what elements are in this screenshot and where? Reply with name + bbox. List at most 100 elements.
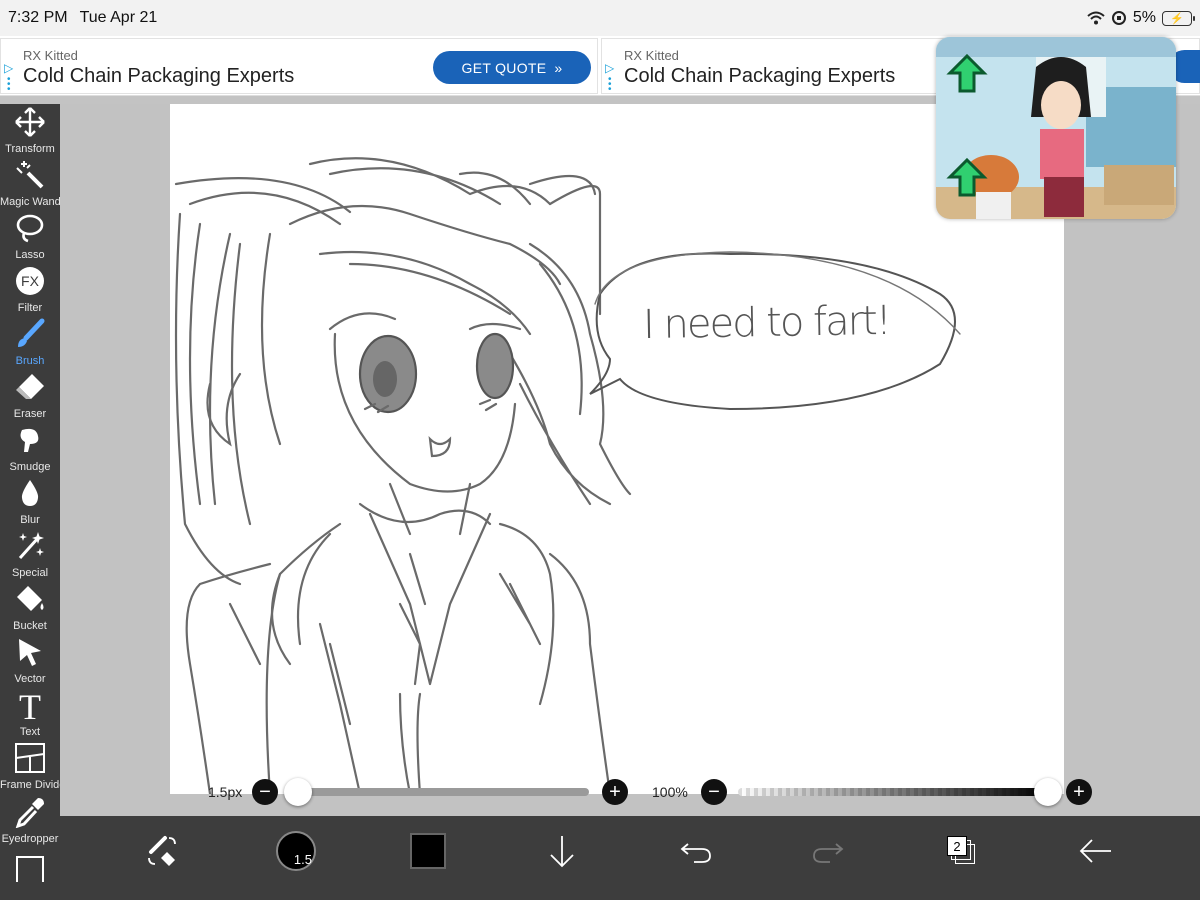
lasso-icon: [16, 214, 44, 243]
eraser-icon: [16, 374, 44, 399]
tool-label: Vector: [14, 673, 46, 685]
tool-blur[interactable]: Blur: [0, 475, 60, 528]
arrow-up-icon: [946, 157, 988, 197]
get-quote-button[interactable]: GET QUOTE »: [433, 51, 591, 84]
brush-settings-button[interactable]: 1.5: [266, 816, 326, 886]
tool-bucket[interactable]: Bucket: [0, 581, 60, 634]
redo-button[interactable]: [798, 816, 858, 886]
ad-brand: RX Kitted: [624, 48, 679, 63]
tool-filter[interactable]: FX Filter: [0, 263, 60, 316]
magic-wand-icon: [16, 161, 44, 189]
text-glyph: T: [19, 689, 41, 723]
blur-icon: [21, 480, 39, 506]
brush-size-slider-handle[interactable]: [284, 778, 312, 806]
opacity-label: 100%: [652, 784, 688, 800]
tool-label: Blur: [20, 514, 40, 526]
status-time: 7:32 PM: [8, 9, 68, 26]
back-button[interactable]: [1066, 816, 1126, 886]
ad-menu-icon[interactable]: • • •: [7, 75, 11, 95]
tool-transform[interactable]: Transform: [0, 104, 60, 157]
brush-eraser-swap-icon: [148, 836, 176, 866]
opacity-slider[interactable]: [738, 788, 1048, 796]
bottom-toolbar: 1.5 2: [60, 816, 1200, 900]
tool-label: Smudge: [9, 461, 51, 473]
tool-label: Text: [19, 726, 41, 738]
brush-size-decrease-button[interactable]: −: [252, 779, 278, 805]
fx-icon: FX: [16, 267, 44, 295]
opacity-decrease-button[interactable]: −: [701, 779, 727, 805]
color-button[interactable]: [398, 816, 458, 886]
opacity-increase-button[interactable]: +: [1066, 779, 1092, 805]
ad-title[interactable]: Cold Chain Packaging Experts: [23, 65, 294, 88]
brush-size-increase-button[interactable]: +: [602, 779, 628, 805]
brush-eraser-swap-button[interactable]: [132, 816, 192, 886]
undo-button[interactable]: [666, 816, 726, 886]
bucket-icon: [17, 586, 44, 611]
drawing-canvas[interactable]: I need to fart!: [170, 104, 1064, 794]
layer-count: 2: [947, 836, 967, 856]
tool-label: Lasso: [15, 249, 45, 261]
arrow-down-icon: [550, 836, 574, 868]
undo-icon: [680, 843, 711, 863]
redo-icon: [813, 843, 844, 863]
tool-label: Special: [11, 567, 49, 579]
tool-lasso[interactable]: Lasso: [0, 210, 60, 263]
tool-eraser[interactable]: Eraser: [0, 369, 60, 422]
ad-title[interactable]: Cold Chain Packaging Experts: [624, 65, 895, 88]
battery-icon: ⚡: [1162, 10, 1195, 26]
fx-glyph: FX: [21, 273, 40, 289]
brush-size-badge: 1.5: [293, 852, 312, 867]
tool-partial-icon[interactable]: [16, 856, 44, 882]
speech-bubble-text: I need to fart!: [642, 297, 891, 349]
tool-label: Frame Divider: [0, 779, 70, 791]
tool-label: Brush: [15, 355, 45, 367]
special-icon: [18, 532, 44, 560]
sketch-drawing: [174, 157, 961, 794]
rotation-lock-icon: [1111, 11, 1126, 25]
arrow-up-icon: [946, 53, 988, 93]
ad-menu-icon[interactable]: • • •: [608, 75, 612, 95]
tool-text[interactable]: T Text: [0, 687, 60, 740]
smudge-icon: [20, 428, 39, 452]
tool-label: Bucket: [13, 620, 47, 632]
brush-size-slider[interactable]: [292, 788, 589, 796]
status-indicators: 5% ⚡: [1087, 9, 1195, 27]
tool-brush[interactable]: Brush: [0, 316, 60, 369]
ad-choices-icon[interactable]: ▷: [605, 61, 614, 75]
video-pip[interactable]: [936, 37, 1176, 219]
layers-icon: 2: [947, 836, 977, 866]
tool-label: Filter: [17, 302, 43, 314]
battery-percent: 5%: [1132, 9, 1156, 26]
tool-label: Magic Wand: [0, 196, 61, 208]
eyedropper-icon: [15, 798, 44, 828]
ad-brand: RX Kitted: [23, 48, 78, 63]
vector-icon: [19, 639, 41, 666]
arrow-left-icon: [1079, 839, 1111, 863]
tool-smudge[interactable]: Smudge: [0, 422, 60, 475]
wifi-icon: [1087, 11, 1105, 25]
current-color-swatch: [410, 833, 446, 869]
tool-rail: Transform Magic Wand Lasso FX Filter Bru…: [0, 104, 70, 900]
get-quote-label: GET QUOTE: [461, 59, 547, 76]
ad-unit-1[interactable]: ▷ • • • RX Kitted Cold Chain Packaging Exp…: [0, 38, 598, 95]
tool-label: Eyedropper: [1, 833, 59, 845]
ad-choices-icon[interactable]: ▷: [4, 61, 13, 75]
tool-eyedropper[interactable]: Eyedropper: [0, 794, 60, 847]
opacity-slider-handle[interactable]: [1034, 778, 1062, 806]
tool-magic-wand[interactable]: Magic Wand: [0, 157, 61, 210]
app-root: 7:32 PM Tue Apr 21 5% ⚡ ▷ • • • RX Kitted …: [0, 0, 1200, 900]
brush-size-label: 1.5px: [208, 784, 243, 800]
status-bar: 7:32 PM Tue Apr 21 5% ⚡: [0, 0, 1200, 36]
frame-divider-icon: [15, 743, 45, 773]
double-chevron-right-icon: »: [554, 59, 563, 76]
download-button[interactable]: [532, 816, 592, 886]
status-date: Tue Apr 21: [79, 9, 158, 26]
tool-label: Transform: [5, 143, 55, 155]
tool-special[interactable]: Special: [0, 528, 60, 581]
layers-button[interactable]: 2: [932, 816, 992, 886]
text-icon: T: [19, 689, 41, 723]
tool-frame-divider[interactable]: Frame Divider: [0, 740, 70, 793]
brush-icon: [18, 318, 45, 347]
tool-vector[interactable]: Vector: [0, 634, 60, 687]
brush-preview: 1.5: [276, 831, 316, 871]
